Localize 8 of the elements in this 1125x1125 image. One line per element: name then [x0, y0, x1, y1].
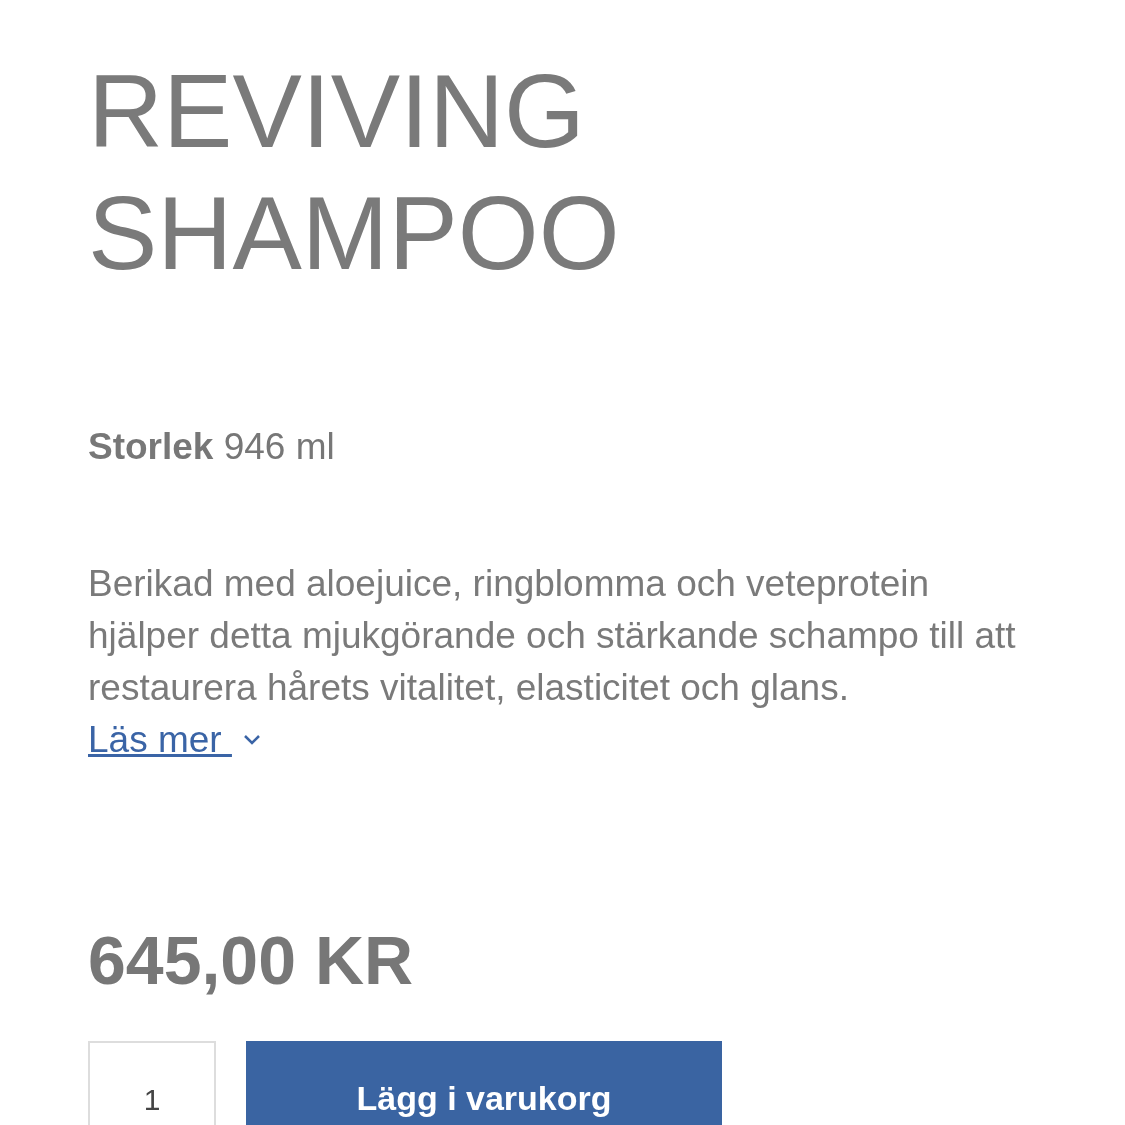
add-to-cart-button[interactable]: Lägg i varukorg: [246, 1041, 722, 1125]
read-more-link[interactable]: Läs mer: [88, 714, 262, 766]
quantity-field[interactable]: 1: [88, 1041, 216, 1125]
price-text: 645,00 KR: [88, 921, 415, 999]
size-text: Storlek 946 ml: [88, 426, 336, 468]
product-title: REVIVING SHAMPOO: [88, 52, 621, 293]
chevron-icon: [241, 733, 262, 747]
product-description: Berikad med aloejuice, ringblomma och veteprotein hjälper detta mjukgörande och stärkande schampo till att restaurera hårets vitalitet, elasticitet och glans.: [88, 562, 1017, 710]
